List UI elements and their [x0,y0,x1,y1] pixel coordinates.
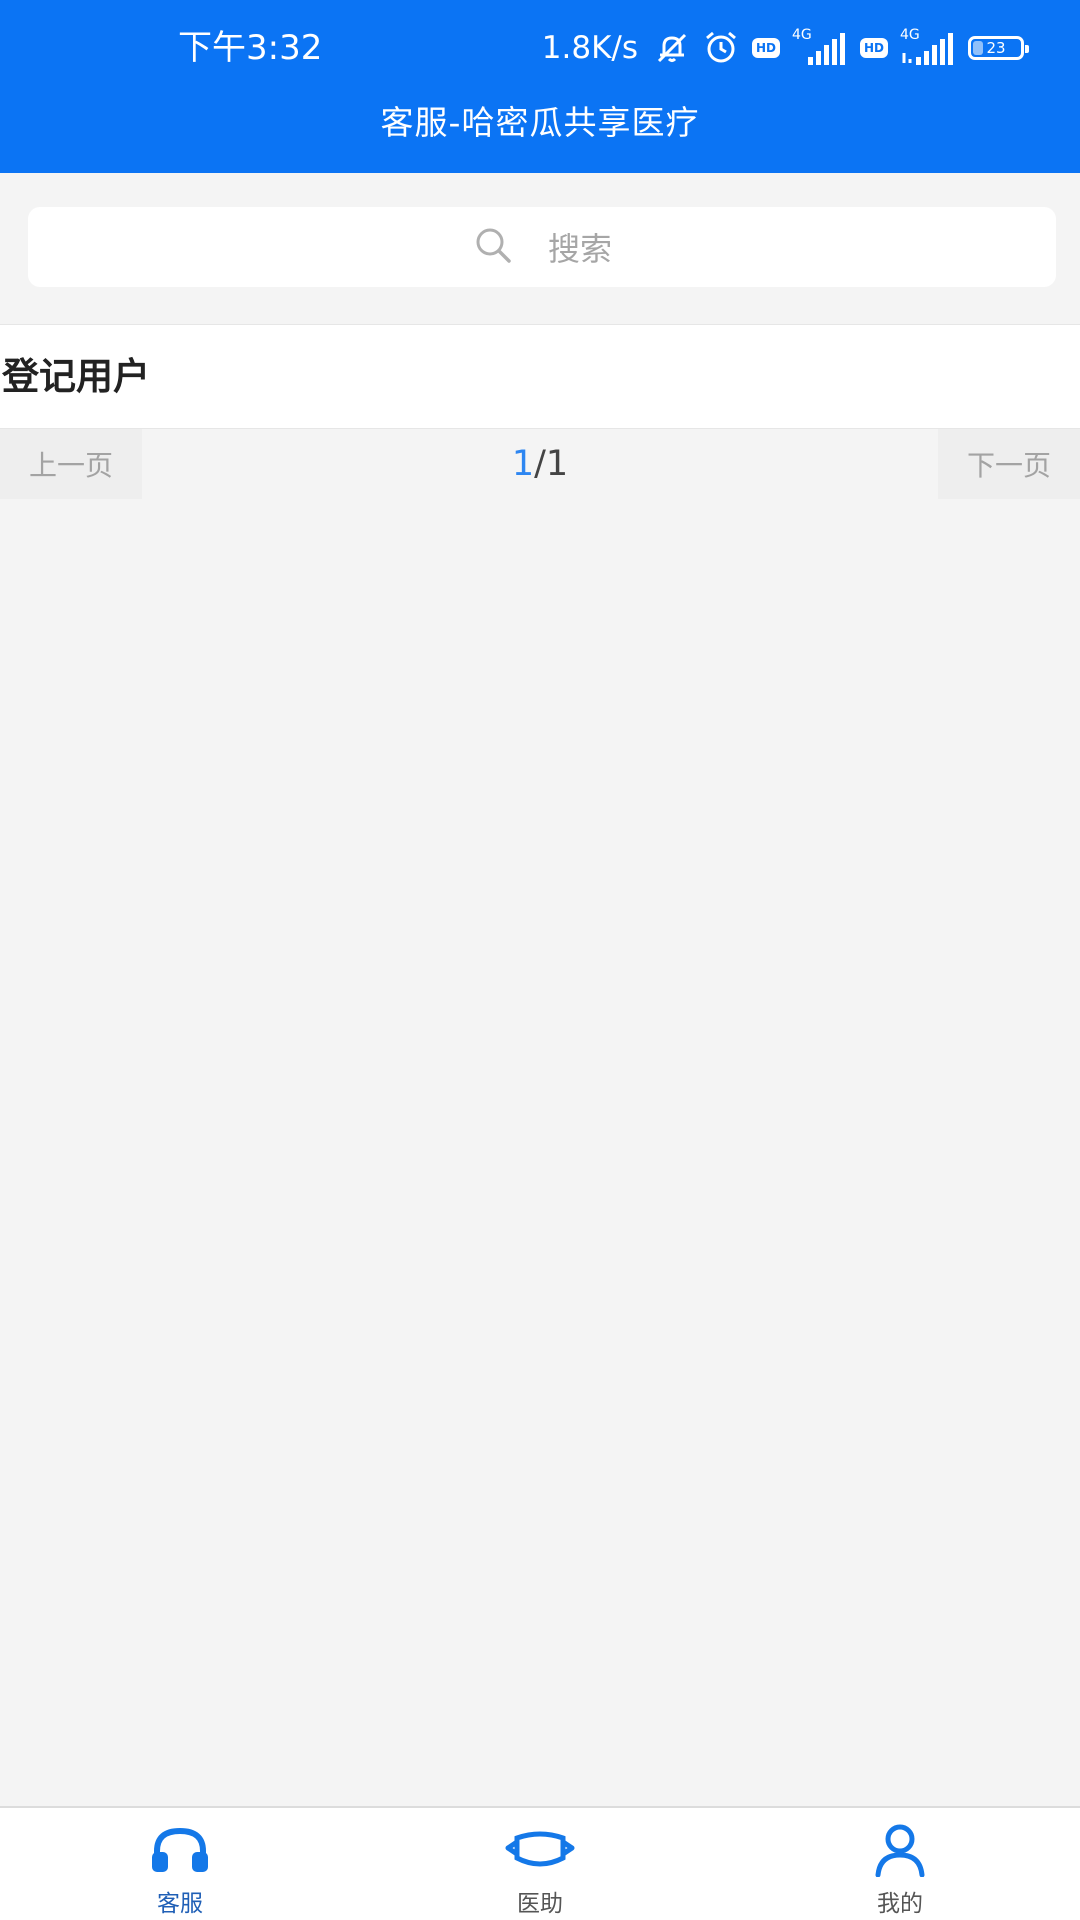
tab-label: 客服 [157,1891,203,1917]
search-input[interactable]: 搜索 [28,207,1056,287]
signal-icon: 4G [792,27,848,67]
headset-icon [149,1822,211,1878]
hd-icon: HD [860,38,888,58]
battery-fill [973,41,983,55]
next-page-button[interactable]: 下一页 [938,429,1080,499]
page-indicator: 1/1 [0,429,1080,499]
tab-customer-service[interactable]: 客服 [80,1808,280,1920]
status-bar: 下午3:32 1.8K/s HD 4G HD 4G 23 [0,0,1080,95]
total-pages: 1 [545,444,569,484]
person-icon [874,1822,926,1878]
battery-icon: 23 [968,36,1029,60]
tab-label: 医助 [517,1891,563,1917]
page-title: 客服-哈密瓜共享医疗 [380,103,700,142]
current-page: 1 [511,444,535,484]
pagination: 1/1 上一页 下一页 [0,429,1080,499]
hd-icon: HD [752,38,780,58]
bottom-tab-bar: 客服 医助 我的 [0,1806,1080,1920]
tab-label: 我的 [877,1891,923,1917]
status-time: 下午3:32 [178,28,323,68]
app-header: 下午3:32 1.8K/s HD 4G HD 4G 23 客服-哈密瓜共享医疗 [0,0,1080,173]
tab-medical-assistant[interactable]: 医助 [440,1808,640,1920]
alarm-icon [702,29,740,67]
search-icon [472,224,514,270]
battery-level: 23 [986,39,1006,57]
network-speed: 1.8K/s [541,30,638,66]
section-title: 登记用户 [2,355,150,398]
prev-page-button[interactable]: 上一页 [0,429,142,499]
signal-icon: 4G [900,27,956,67]
search-placeholder: 搜索 [547,230,612,268]
mute-bell-icon [654,30,690,66]
page-separator: / [534,444,546,484]
status-icons: 1.8K/s HD 4G HD 4G 23 [541,26,1029,70]
tab-profile[interactable]: 我的 [800,1808,1000,1920]
section-header: 登记用户 [0,324,1080,429]
mask-icon [505,1822,575,1878]
